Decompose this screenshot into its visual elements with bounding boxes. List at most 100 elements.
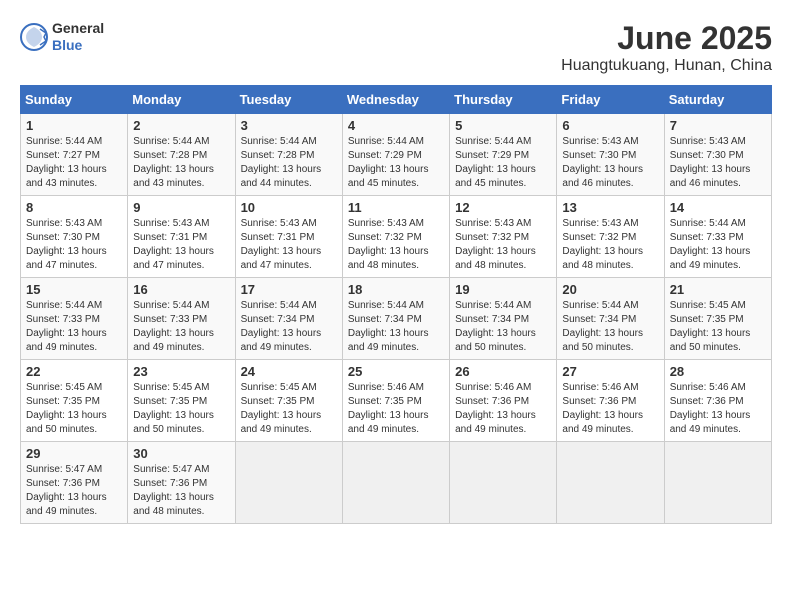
day-info: Sunrise: 5:45 AM Sunset: 7:35 PM Dayligh… <box>26 381 122 437</box>
day-info: Sunrise: 5:43 AM Sunset: 7:31 PM Dayligh… <box>133 217 229 273</box>
day-info: Sunrise: 5:44 AM Sunset: 7:28 PM Dayligh… <box>241 135 337 191</box>
calendar-cell: 4 Sunrise: 5:44 AM Sunset: 7:29 PM Daylig… <box>342 114 449 196</box>
calendar-cell: 22 Sunrise: 5:45 AM Sunset: 7:35 PM Dayli… <box>21 360 128 442</box>
day-info: Sunrise: 5:44 AM Sunset: 7:34 PM Dayligh… <box>241 299 337 355</box>
day-number: 1 <box>26 118 122 133</box>
day-number: 24 <box>241 364 337 379</box>
day-number: 28 <box>670 364 766 379</box>
day-header-friday: Friday <box>557 86 664 114</box>
calendar-week-4: 22 Sunrise: 5:45 AM Sunset: 7:35 PM Dayli… <box>21 360 772 442</box>
calendar-cell <box>557 442 664 524</box>
calendar-cell: 30Sunrise: 5:47 AM Sunset: 7:36 PM Dayli… <box>128 442 235 524</box>
day-info: Sunrise: 5:46 AM Sunset: 7:35 PM Dayligh… <box>348 381 444 437</box>
day-number: 25 <box>348 364 444 379</box>
day-info: Sunrise: 5:46 AM Sunset: 7:36 PM Dayligh… <box>670 381 766 437</box>
calendar-week-3: 15Sunrise: 5:44 AM Sunset: 7:33 PM Dayli… <box>21 278 772 360</box>
calendar-cell: 6 Sunrise: 5:43 AM Sunset: 7:30 PM Daylig… <box>557 114 664 196</box>
calendar-cell: 1 Sunrise: 5:44 AM Sunset: 7:27 PM Daylig… <box>21 114 128 196</box>
calendar-cell <box>664 442 771 524</box>
day-number: 3 <box>241 118 337 133</box>
day-info: Sunrise: 5:46 AM Sunset: 7:36 PM Dayligh… <box>562 381 658 437</box>
day-number: 20 <box>562 282 658 297</box>
calendar-cell: 10Sunrise: 5:43 AM Sunset: 7:31 PM Dayli… <box>235 196 342 278</box>
day-info: Sunrise: 5:45 AM Sunset: 7:35 PM Dayligh… <box>133 381 229 437</box>
day-number: 10 <box>241 200 337 215</box>
calendar-subtitle: Huangtukuang, Hunan, China <box>561 57 772 75</box>
title-area: June 2025 Huangtukuang, Hunan, China <box>561 20 772 75</box>
day-header-tuesday: Tuesday <box>235 86 342 114</box>
day-header-wednesday: Wednesday <box>342 86 449 114</box>
logo: General Blue <box>20 20 104 54</box>
day-info: Sunrise: 5:43 AM Sunset: 7:30 PM Dayligh… <box>670 135 766 191</box>
calendar-cell: 24 Sunrise: 5:45 AM Sunset: 7:35 PM Dayli… <box>235 360 342 442</box>
calendar-cell: 15Sunrise: 5:44 AM Sunset: 7:33 PM Dayli… <box>21 278 128 360</box>
day-number: 13 <box>562 200 658 215</box>
day-number: 5 <box>455 118 551 133</box>
day-header-monday: Monday <box>128 86 235 114</box>
day-header-saturday: Saturday <box>664 86 771 114</box>
calendar-table: SundayMondayTuesdayWednesdayThursdayFrid… <box>20 85 772 524</box>
calendar-cell: 16Sunrise: 5:44 AM Sunset: 7:33 PM Dayli… <box>128 278 235 360</box>
day-number: 18 <box>348 282 444 297</box>
calendar-cell: 14 Sunrise: 5:44 AM Sunset: 7:33 PM Dayli… <box>664 196 771 278</box>
calendar-cell: 19Sunrise: 5:44 AM Sunset: 7:34 PM Dayli… <box>450 278 557 360</box>
day-number: 8 <box>26 200 122 215</box>
day-number: 6 <box>562 118 658 133</box>
calendar-cell: 18 Sunrise: 5:44 AM Sunset: 7:34 PM Dayli… <box>342 278 449 360</box>
day-number: 27 <box>562 364 658 379</box>
day-info: Sunrise: 5:44 AM Sunset: 7:29 PM Dayligh… <box>455 135 551 191</box>
day-number: 30 <box>133 446 229 461</box>
day-number: 21 <box>670 282 766 297</box>
calendar-cell <box>235 442 342 524</box>
calendar-cell: 20 Sunrise: 5:44 AM Sunset: 7:34 PM Dayli… <box>557 278 664 360</box>
day-info: Sunrise: 5:44 AM Sunset: 7:28 PM Dayligh… <box>133 135 229 191</box>
calendar-cell: 8 Sunrise: 5:43 AM Sunset: 7:30 PM Daylig… <box>21 196 128 278</box>
logo-general: General <box>52 20 104 37</box>
day-info: Sunrise: 5:44 AM Sunset: 7:33 PM Dayligh… <box>133 299 229 355</box>
day-header-thursday: Thursday <box>450 86 557 114</box>
day-info: Sunrise: 5:44 AM Sunset: 7:34 PM Dayligh… <box>348 299 444 355</box>
calendar-week-5: 29Sunrise: 5:47 AM Sunset: 7:36 PM Dayli… <box>21 442 772 524</box>
day-number: 12 <box>455 200 551 215</box>
calendar-cell: 28 Sunrise: 5:46 AM Sunset: 7:36 PM Dayli… <box>664 360 771 442</box>
calendar-week-2: 8 Sunrise: 5:43 AM Sunset: 7:30 PM Daylig… <box>21 196 772 278</box>
day-info: Sunrise: 5:44 AM Sunset: 7:34 PM Dayligh… <box>562 299 658 355</box>
calendar-cell <box>342 442 449 524</box>
day-number: 2 <box>133 118 229 133</box>
calendar-cell: 29Sunrise: 5:47 AM Sunset: 7:36 PM Dayli… <box>21 442 128 524</box>
calendar-cell: 13Sunrise: 5:43 AM Sunset: 7:32 PM Dayli… <box>557 196 664 278</box>
day-info: Sunrise: 5:45 AM Sunset: 7:35 PM Dayligh… <box>241 381 337 437</box>
day-info: Sunrise: 5:43 AM Sunset: 7:32 PM Dayligh… <box>455 217 551 273</box>
day-info: Sunrise: 5:44 AM Sunset: 7:33 PM Dayligh… <box>670 217 766 273</box>
day-number: 26 <box>455 364 551 379</box>
day-header-row: SundayMondayTuesdayWednesdayThursdayFrid… <box>21 86 772 114</box>
calendar-cell: 12 Sunrise: 5:43 AM Sunset: 7:32 PM Dayli… <box>450 196 557 278</box>
day-info: Sunrise: 5:44 AM Sunset: 7:27 PM Dayligh… <box>26 135 122 191</box>
day-header-sunday: Sunday <box>21 86 128 114</box>
day-info: Sunrise: 5:44 AM Sunset: 7:33 PM Dayligh… <box>26 299 122 355</box>
calendar-cell: 25 Sunrise: 5:46 AM Sunset: 7:35 PM Dayli… <box>342 360 449 442</box>
day-number: 23 <box>133 364 229 379</box>
calendar-cell: 2 Sunrise: 5:44 AM Sunset: 7:28 PM Daylig… <box>128 114 235 196</box>
calendar-cell: 23 Sunrise: 5:45 AM Sunset: 7:35 PM Dayli… <box>128 360 235 442</box>
day-info: Sunrise: 5:47 AM Sunset: 7:36 PM Dayligh… <box>26 463 122 519</box>
day-number: 4 <box>348 118 444 133</box>
calendar-cell: 21 Sunrise: 5:45 AM Sunset: 7:35 PM Dayli… <box>664 278 771 360</box>
calendar-cell: 17 Sunrise: 5:44 AM Sunset: 7:34 PM Dayli… <box>235 278 342 360</box>
calendar-cell: 26Sunrise: 5:46 AM Sunset: 7:36 PM Dayli… <box>450 360 557 442</box>
day-number: 17 <box>241 282 337 297</box>
day-number: 7 <box>670 118 766 133</box>
logo-blue: Blue <box>52 37 104 54</box>
day-number: 22 <box>26 364 122 379</box>
calendar-cell: 3 Sunrise: 5:44 AM Sunset: 7:28 PM Daylig… <box>235 114 342 196</box>
calendar-title: June 2025 <box>561 20 772 57</box>
day-number: 14 <box>670 200 766 215</box>
day-number: 9 <box>133 200 229 215</box>
day-number: 19 <box>455 282 551 297</box>
day-info: Sunrise: 5:43 AM Sunset: 7:30 PM Dayligh… <box>562 135 658 191</box>
day-number: 11 <box>348 200 444 215</box>
day-info: Sunrise: 5:43 AM Sunset: 7:30 PM Dayligh… <box>26 217 122 273</box>
day-info: Sunrise: 5:43 AM Sunset: 7:32 PM Dayligh… <box>348 217 444 273</box>
day-info: Sunrise: 5:44 AM Sunset: 7:29 PM Dayligh… <box>348 135 444 191</box>
day-info: Sunrise: 5:45 AM Sunset: 7:35 PM Dayligh… <box>670 299 766 355</box>
